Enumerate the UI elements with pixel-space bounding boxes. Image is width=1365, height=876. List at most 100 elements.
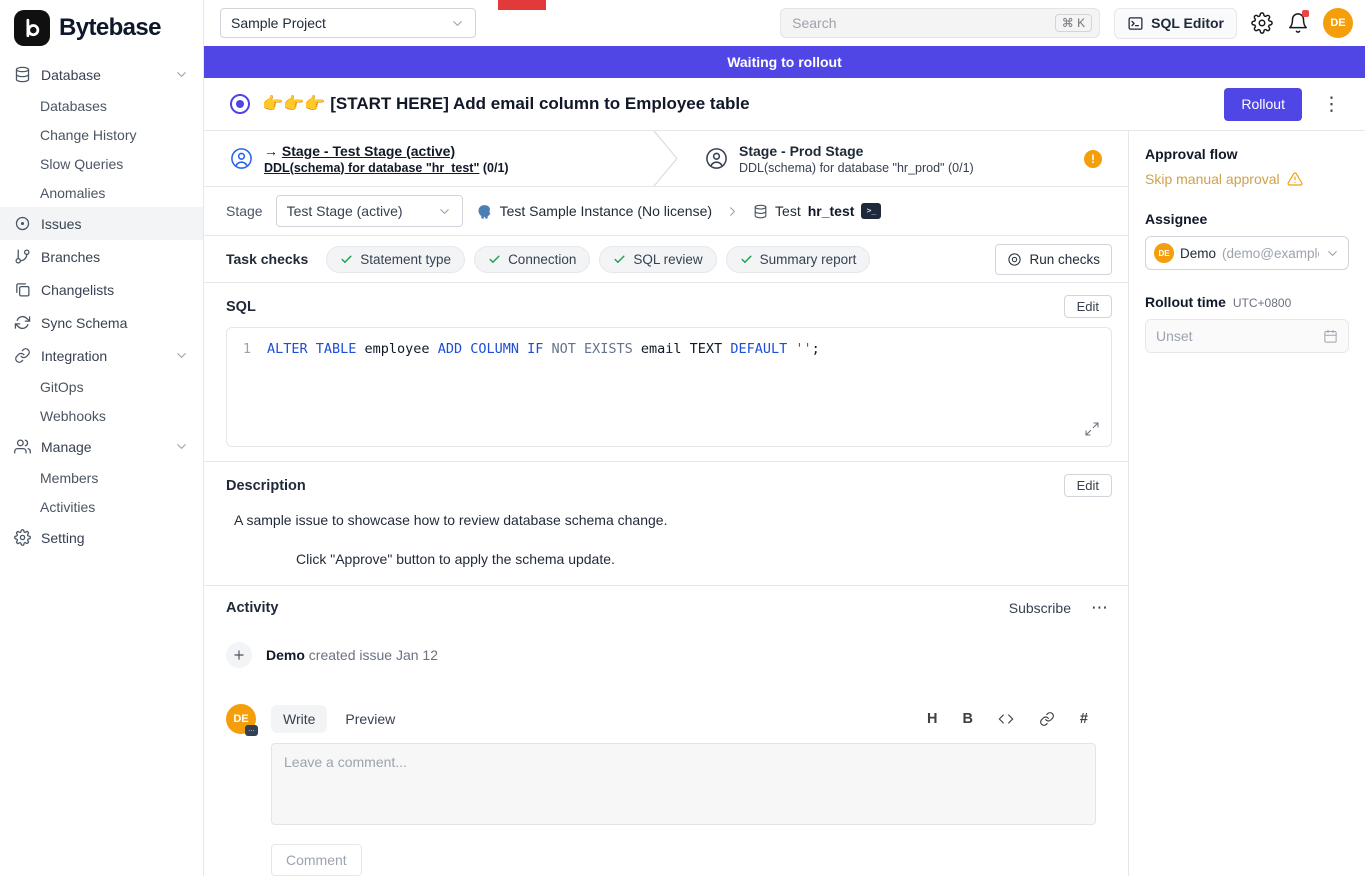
search-box[interactable]: ⌘ K (780, 8, 1100, 38)
stage-label: Stage (226, 203, 263, 219)
main-column: Sample Project ⌘ K SQL Editor DE Waiting… (204, 0, 1365, 876)
task-check-pill[interactable]: Summary report (726, 246, 871, 273)
run-checks-label: Run checks (1029, 252, 1100, 267)
task-checks-bar: Task checks Statement type Connection (204, 236, 1128, 283)
stage-task-link[interactable]: DDL(schema) for database "hr_test" (264, 161, 479, 175)
activity-title: Activity (226, 600, 278, 616)
sidebar-nav: Database Databases Change History Slow Q… (0, 58, 203, 554)
chevron-down-icon (174, 348, 189, 363)
sidebar-item[interactable]: Sync Schema (0, 306, 203, 339)
activity-section: Activity Subscribe ⋯ Demo created issue … (204, 585, 1128, 876)
sidebar-item[interactable]: Slow Queries (0, 149, 203, 178)
sidebar-item[interactable]: GitOps (0, 372, 203, 401)
activity-event: Demo created issue Jan 12 (226, 642, 1112, 668)
sidebar-item[interactable]: Branches (0, 240, 203, 273)
rollout-time-input[interactable]: Unset (1145, 319, 1349, 353)
tab-write[interactable]: Write (271, 705, 327, 733)
more-vertical-icon[interactable]: ⋮ (1314, 93, 1349, 116)
notification-bell-icon[interactable] (1287, 12, 1309, 34)
sidebar-item[interactable]: Integration (0, 339, 203, 372)
check-icon (340, 253, 353, 266)
stage-card-prod[interactable]: Stage - Prod Stage DDL(schema) for datab… (679, 131, 1128, 186)
approval-flow-label: Approval flow (1145, 146, 1349, 162)
bytebase-logo-icon (14, 10, 50, 46)
sidebar-item[interactable]: Webhooks (0, 401, 203, 430)
issue-body: → Stage - Test Stage (active) DDL(schema… (204, 131, 1365, 876)
terminal-icon (1127, 15, 1144, 32)
sidebar-item[interactable]: Activities (0, 492, 203, 521)
plus-icon (226, 642, 252, 668)
sidebar-item[interactable]: Change History (0, 120, 203, 149)
warning-triangle-icon (1287, 171, 1303, 187)
stage-title-link[interactable]: Stage - Test Stage (active) (282, 143, 455, 159)
stage-select[interactable]: Test Stage (active) (276, 195, 463, 227)
approval-flow-value: Skip manual approval (1145, 171, 1349, 187)
tab-preview[interactable]: Preview (333, 705, 407, 733)
subscribe-button[interactable]: Subscribe (1009, 600, 1071, 616)
description-title: Description (226, 478, 306, 494)
sql-section-title: SQL (226, 299, 256, 315)
sidebar-item[interactable]: Database (0, 58, 203, 91)
task-check-pills: Statement type Connection SQL review (326, 246, 870, 273)
heading-icon[interactable]: H (927, 711, 937, 727)
code-icon[interactable] (998, 711, 1014, 727)
issue-header: 👉👉👉 [START HERE] Add email column to Emp… (204, 78, 1365, 131)
task-check-pill[interactable]: Connection (474, 246, 590, 273)
database-icon (753, 204, 768, 219)
bold-icon[interactable]: B (962, 711, 972, 727)
more-horizontal-icon[interactable]: ⋯ (1087, 598, 1112, 618)
project-select[interactable]: Sample Project (220, 8, 476, 38)
notification-dot (1302, 10, 1309, 17)
rollout-button[interactable]: Rollout (1224, 88, 1302, 121)
event-action: created issue (309, 647, 392, 663)
issues-icon (14, 215, 31, 232)
run-checks-button[interactable]: Run checks (995, 244, 1112, 275)
brand-logo[interactable]: Bytebase (0, 6, 203, 58)
instance-breadcrumb[interactable]: Test Sample Instance (No license) (476, 203, 712, 220)
settings-gear-icon[interactable] (1251, 12, 1273, 34)
task-check-pill[interactable]: SQL review (599, 246, 716, 273)
description-edit-button[interactable]: Edit (1064, 474, 1112, 497)
gear-icon (14, 529, 31, 546)
description-body: A sample issue to showcase how to review… (226, 510, 1112, 569)
changelist-icon (14, 281, 31, 298)
sidebar-item[interactable]: Manage (0, 430, 203, 463)
sidebar-item[interactable]: Anomalies (0, 178, 203, 207)
open-sql-editor-icon[interactable]: >_ (861, 203, 881, 219)
database-name: hr_test (808, 203, 855, 219)
sidebar-item[interactable]: Issues (0, 207, 203, 240)
stage-card-test[interactable]: → Stage - Test Stage (active) DDL(schema… (204, 131, 653, 186)
comment-input[interactable] (271, 743, 1096, 825)
sql-edit-button[interactable]: Edit (1064, 295, 1112, 318)
sidebar-item[interactable]: Changelists (0, 273, 203, 306)
sidebar-item[interactable]: Setting (0, 521, 203, 554)
issue-title: 👉👉👉 [START HERE] Add email column to Emp… (262, 94, 750, 114)
project-select-value: Sample Project (231, 15, 326, 31)
search-input[interactable] (792, 15, 1055, 31)
topbar: Sample Project ⌘ K SQL Editor DE (204, 0, 1365, 46)
hash-icon[interactable]: # (1080, 711, 1088, 727)
chevron-down-icon (437, 204, 452, 219)
postgresql-icon (476, 203, 493, 220)
chevron-right-icon (725, 204, 740, 219)
environment-name: Test (775, 203, 801, 219)
check-icon (488, 253, 501, 266)
sql-editor-button[interactable]: SQL Editor (1114, 8, 1237, 39)
sql-code-box[interactable]: 1 ALTER TABLE employee ADD COLUMN IF NOT… (226, 327, 1112, 447)
stage-selector-bar: Stage Test Stage (active) Test Sample In… (204, 187, 1128, 236)
task-check-pill[interactable]: Statement type (326, 246, 465, 273)
stage-task-progress: (0/1) (948, 161, 974, 175)
user-avatar[interactable]: DE (1323, 8, 1353, 38)
sidebar-item[interactable]: Databases (0, 91, 203, 120)
sidebar-item[interactable]: Members (0, 463, 203, 492)
expand-icon[interactable] (1084, 421, 1100, 437)
event-actor: Demo (266, 647, 305, 663)
assignee-select[interactable]: DE Demo (demo@example (1145, 236, 1349, 270)
database-breadcrumb[interactable]: Test hr_test >_ (753, 203, 881, 219)
comment-composer: DE … Write Preview H B # (226, 704, 1112, 876)
link-icon[interactable] (1039, 711, 1055, 727)
user-circle-icon (230, 147, 253, 170)
stage-select-value: Test Stage (active) (287, 203, 403, 219)
comment-button[interactable]: Comment (271, 844, 362, 876)
integration-icon (14, 347, 31, 364)
